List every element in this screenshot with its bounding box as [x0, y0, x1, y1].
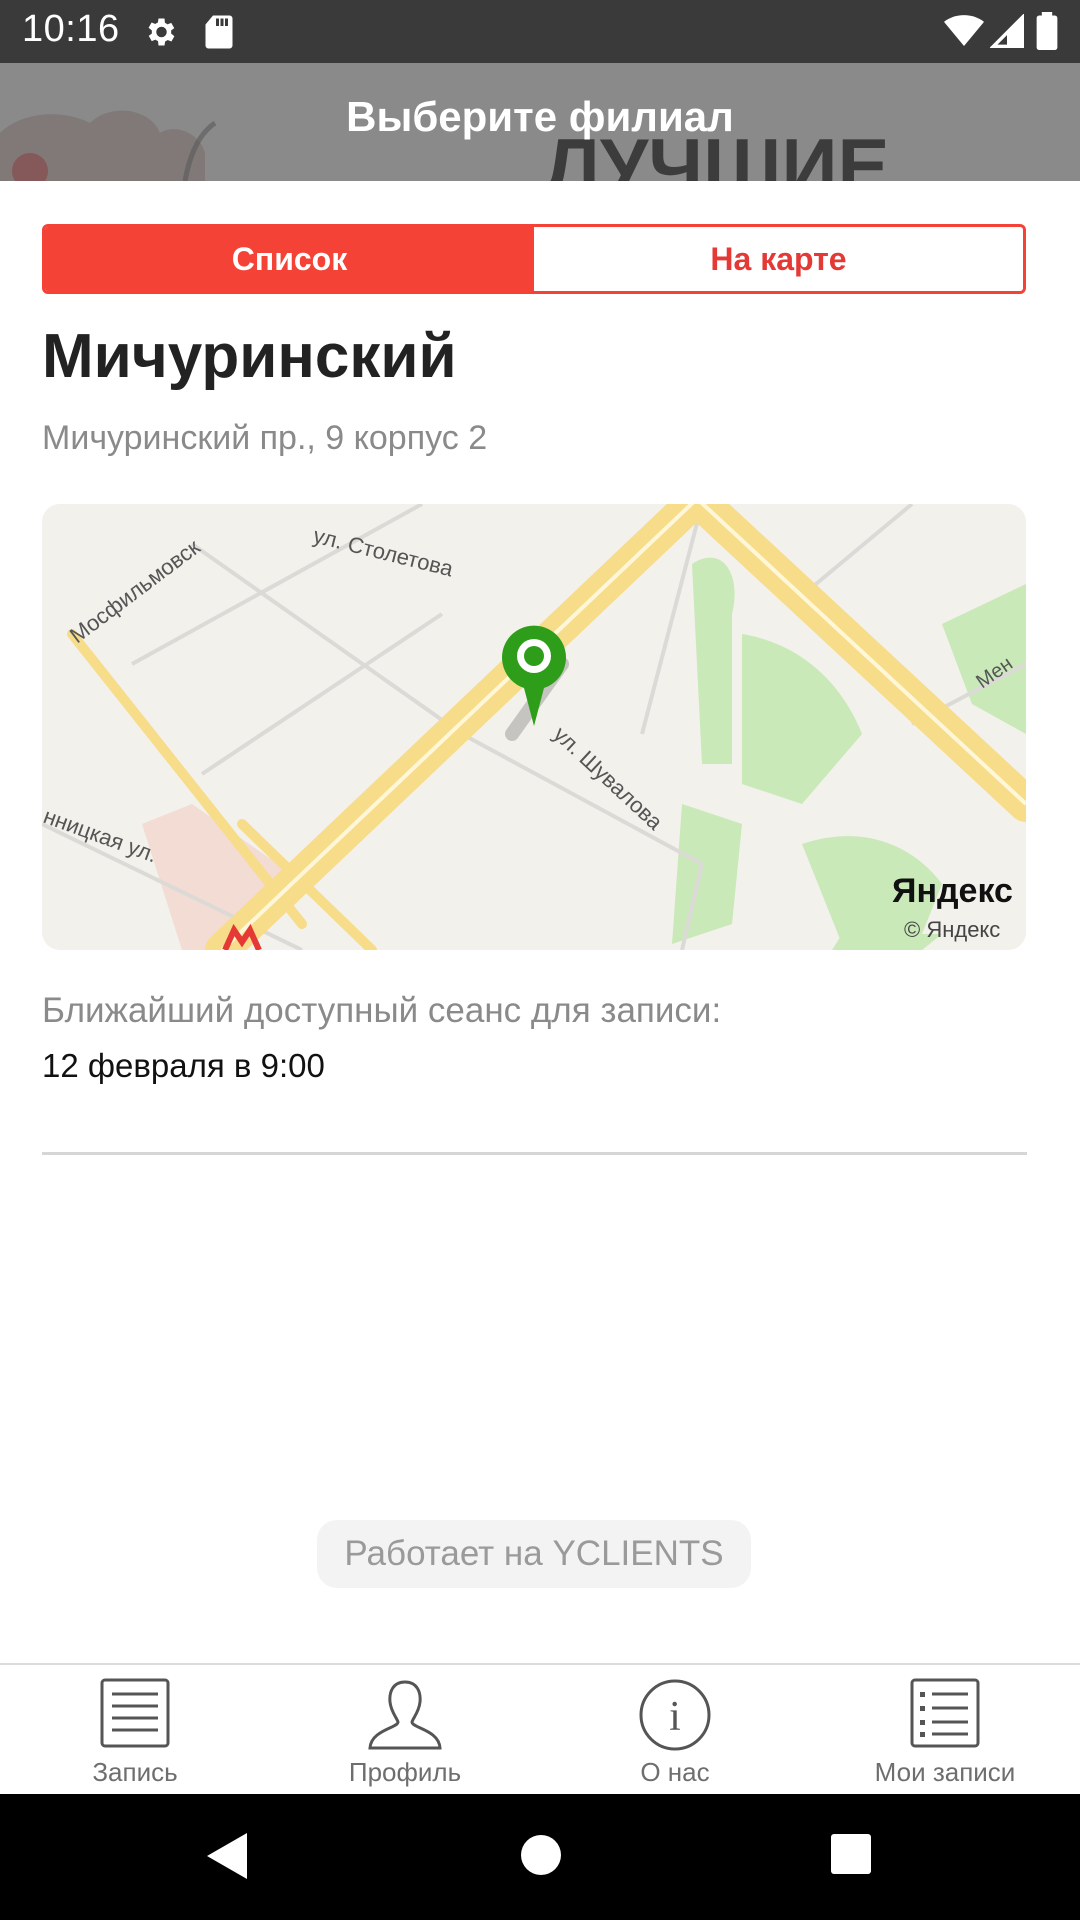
- status-time: 10:16: [22, 8, 120, 50]
- nav-item-about[interactable]: i О нас: [540, 1665, 810, 1794]
- branch-list: Список На карте Мичуринский Мичуринский …: [0, 181, 1080, 1663]
- status-bar: 10:16: [0, 0, 1080, 63]
- system-navigation-bar: [0, 1794, 1080, 1920]
- nav-label: О нас: [640, 1757, 710, 1787]
- signal-icon: [989, 13, 1024, 53]
- list-icon: [910, 1678, 980, 1753]
- info-icon: i: [638, 1678, 712, 1757]
- next-session-label: Ближайший доступный сеанс для записи:: [42, 991, 722, 1030]
- nav-label: Мои записи: [874, 1757, 1016, 1787]
- next-session-value: 12 февраля в 9:00: [42, 1047, 325, 1084]
- wifi-icon: [944, 14, 984, 53]
- recents-icon[interactable]: [831, 1834, 871, 1879]
- sd-card-icon: [204, 14, 234, 55]
- divider: [42, 1152, 1027, 1155]
- branch-address: Мичуринский пр., 9 корпус 2: [42, 419, 488, 457]
- list-tab[interactable]: Список: [45, 227, 534, 291]
- nav-item-booking[interactable]: Запись: [0, 1665, 270, 1794]
- branch-name: Мичуринский: [42, 322, 457, 391]
- back-icon[interactable]: [205, 1831, 249, 1886]
- bottom-navigation: Запись Профиль i О нас Мои записи: [0, 1663, 1080, 1794]
- powered-by-badge[interactable]: Работает на YCLIENTS: [317, 1520, 751, 1588]
- nav-label: Запись: [92, 1757, 178, 1787]
- map-tab[interactable]: На карте: [534, 227, 1023, 291]
- document-icon: [100, 1678, 170, 1753]
- person-icon: [367, 1678, 443, 1757]
- branch-map[interactable]: ул. Столетова Мосфильмовск ул. Шувалова …: [42, 504, 1026, 950]
- nav-item-my-bookings[interactable]: Мои записи: [810, 1665, 1080, 1794]
- map-copyright: © Яндекс: [904, 917, 1000, 942]
- svg-text:i: i: [669, 1694, 681, 1740]
- app-header: ЛУЧШИЕ Выберите филиал: [0, 63, 1080, 181]
- gear-icon: [142, 14, 178, 55]
- view-toggle: Список На карте: [42, 224, 1026, 294]
- nav-label: Профиль: [348, 1757, 462, 1787]
- home-icon[interactable]: [520, 1834, 562, 1881]
- battery-icon: [1036, 12, 1058, 55]
- page-title: Выберите филиал: [346, 93, 734, 140]
- yandex-logo: Яндекс: [892, 872, 1013, 910]
- nav-item-profile[interactable]: Профиль: [270, 1665, 540, 1794]
